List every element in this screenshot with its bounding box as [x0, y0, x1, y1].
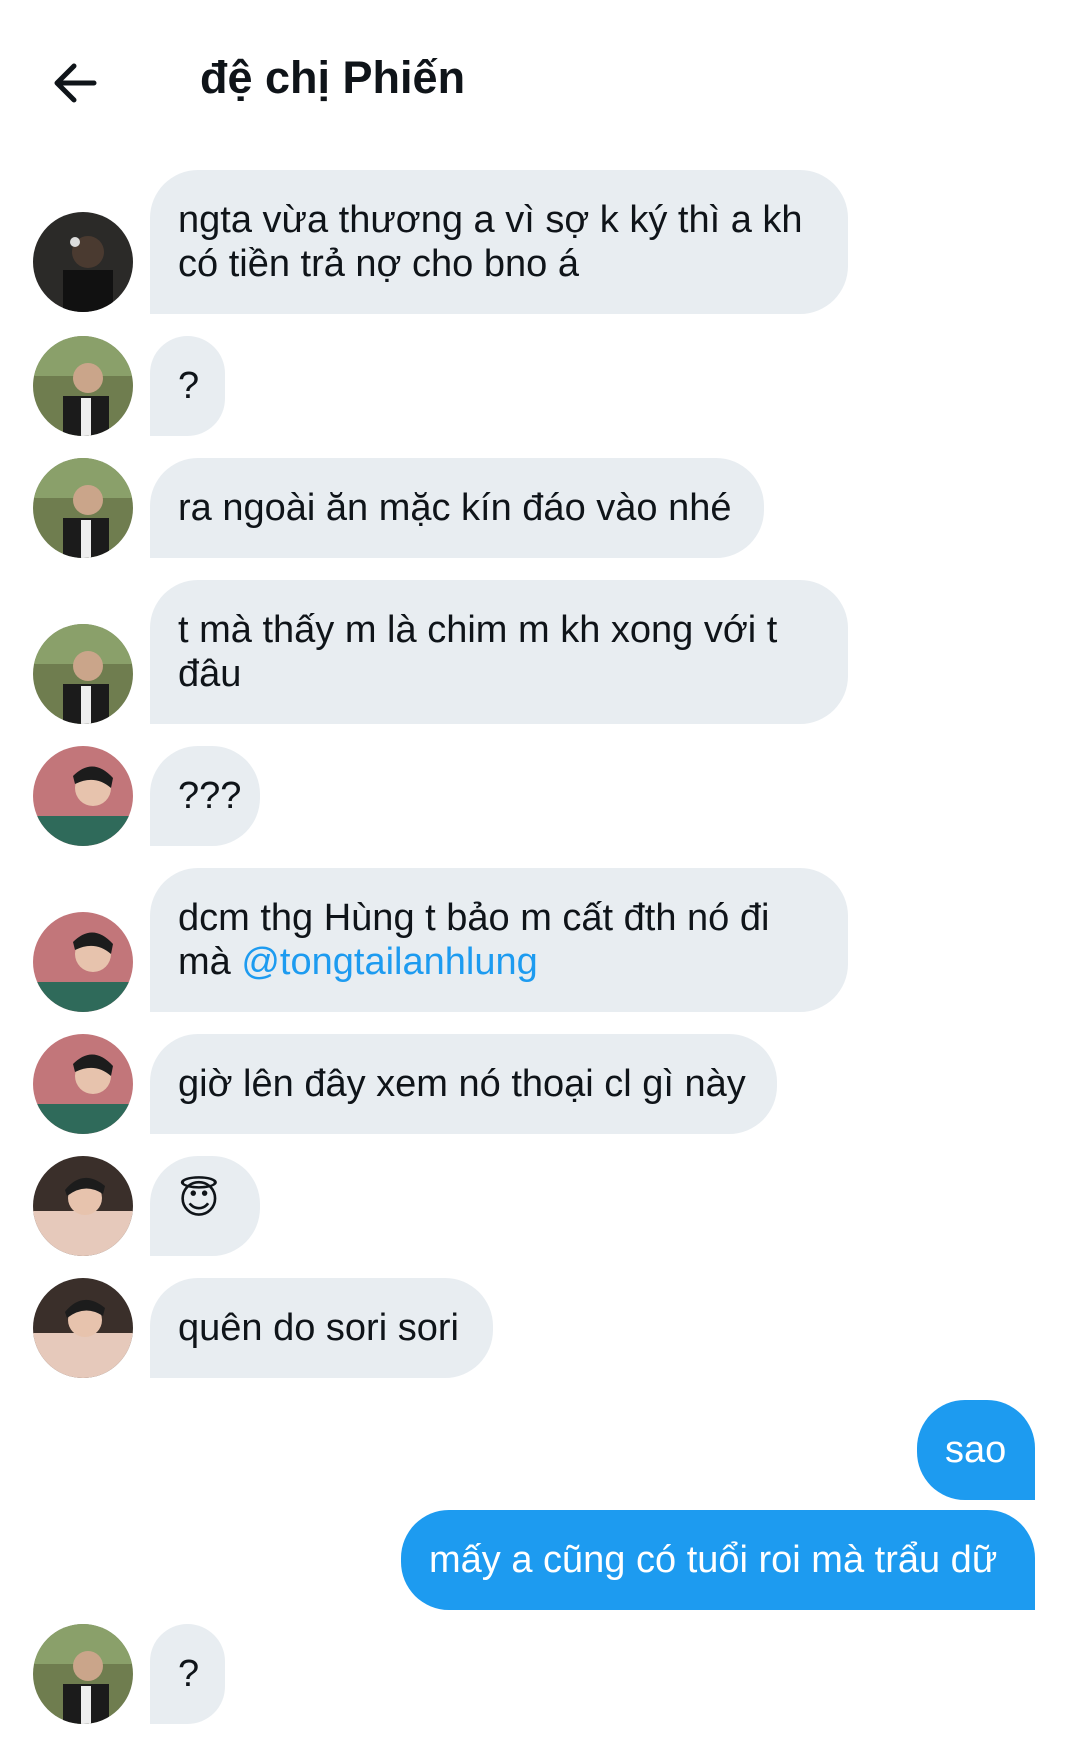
message-text: ???: [178, 775, 242, 817]
mention-link[interactable]: @tongtailanhlung: [241, 941, 537, 983]
conversation-header: đệ chị Phiến: [0, 0, 1080, 150]
message-bubble[interactable]: ra ngoài ăn mặc kín đáo vào nhé: [150, 458, 764, 558]
message-bubble[interactable]: ???: [150, 746, 260, 846]
message-bubble[interactable]: dcm thg Hùng t bảo m cất đth nó đi mà @t…: [150, 868, 848, 1012]
message-bubble[interactable]: ?: [150, 1624, 225, 1724]
message-bubble[interactable]: t mà thấy m là chim m kh xong với t đâu: [150, 580, 848, 724]
avatar[interactable]: [33, 746, 133, 846]
message-bubble[interactable]: ngta vừa thương a vì sợ k ký thì a kh có…: [150, 170, 848, 314]
message-text: ?: [178, 365, 200, 407]
message-text: ?: [178, 1653, 200, 1695]
message-text: ngta vừa thương a vì sợ k ký thì a kh có…: [178, 199, 803, 285]
angel-emoji-icon: 😇: [178, 1178, 220, 1222]
message-text: ra ngoài ăn mặc kín đáo vào nhé: [178, 487, 732, 529]
avatar[interactable]: [33, 458, 133, 558]
message-bubble[interactable]: 😇: [150, 1156, 260, 1256]
message-text: mấy a cũng có tuổi roi mà trẩu dữ: [429, 1539, 998, 1581]
message-bubble[interactable]: mấy a cũng có tuổi roi mà trẩu dữ: [401, 1510, 1035, 1610]
message-text: giờ lên đây xem nó thoại cl gì này: [178, 1063, 746, 1105]
avatar[interactable]: [33, 1034, 133, 1134]
avatar[interactable]: [33, 624, 133, 724]
page-title: đệ chị Phiến: [200, 52, 466, 103]
avatar[interactable]: [33, 912, 133, 1012]
arrow-left-icon: [54, 63, 97, 103]
avatar[interactable]: [33, 336, 133, 436]
avatar[interactable]: [33, 1624, 133, 1724]
message-bubble[interactable]: sao: [917, 1400, 1035, 1500]
message-bubble[interactable]: quên do sori sori: [150, 1278, 493, 1378]
message-bubble[interactable]: giờ lên đây xem nó thoại cl gì này: [150, 1034, 777, 1134]
avatar[interactable]: [33, 212, 133, 312]
avatar[interactable]: [33, 1156, 133, 1256]
message-text: sao: [945, 1429, 1007, 1471]
avatar[interactable]: [33, 1278, 133, 1378]
message-bubble[interactable]: ?: [150, 336, 225, 436]
back-button[interactable]: [48, 52, 108, 112]
message-text: quên do sori sori: [178, 1307, 459, 1349]
message-text: t mà thấy m là chim m kh xong với t đâu: [178, 609, 778, 695]
